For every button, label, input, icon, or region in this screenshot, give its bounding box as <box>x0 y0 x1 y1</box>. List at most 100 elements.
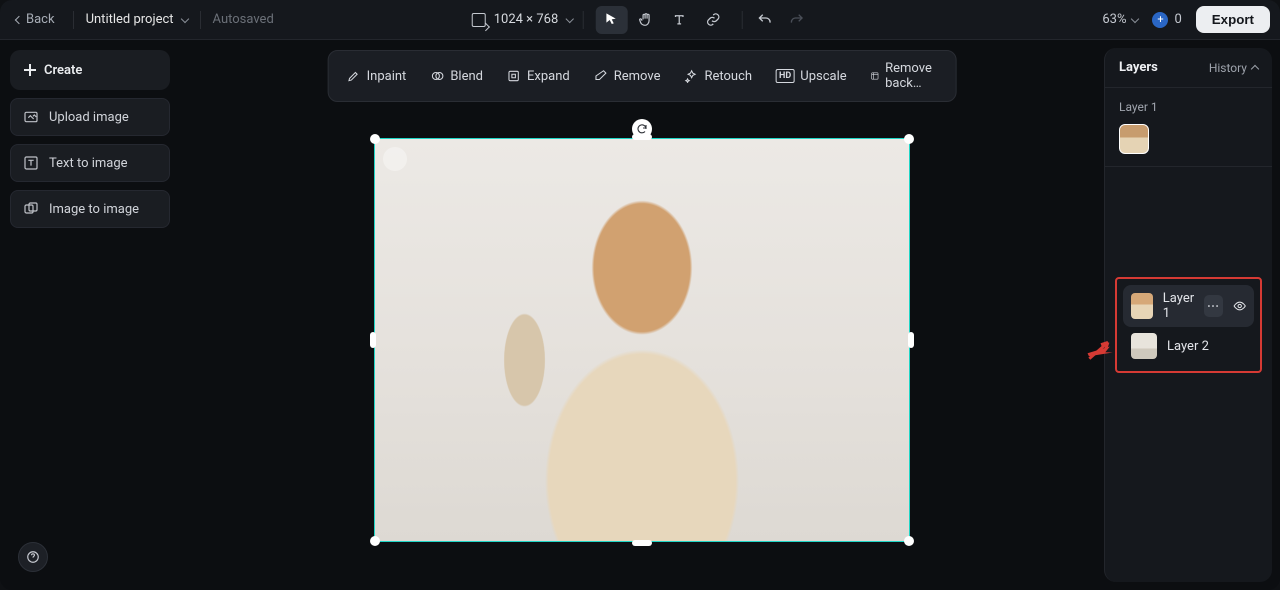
annotation-arrow <box>1087 333 1115 365</box>
undo-icon <box>756 12 772 28</box>
text-to-image-icon <box>23 155 39 171</box>
plus-circle-icon <box>1152 12 1168 28</box>
redo-icon <box>788 12 804 28</box>
blend-button[interactable]: Blend <box>420 63 493 90</box>
divider <box>582 11 583 29</box>
remove-label: Remove <box>614 69 661 84</box>
create-label: Create <box>44 63 82 78</box>
left-sidebar: Create Upload image Text to image Image … <box>0 40 180 590</box>
resize-handle[interactable] <box>370 134 380 144</box>
visibility-toggle[interactable] <box>1233 298 1246 314</box>
resize-handle[interactable] <box>370 332 376 348</box>
chevron-down-icon <box>180 14 188 22</box>
top-bar: Back Untitled project Autosaved 1024 × 7… <box>0 0 1280 40</box>
undo-button[interactable] <box>752 8 776 32</box>
chevron-down-icon <box>1131 14 1139 22</box>
retouch-label: Retouch <box>704 69 752 84</box>
resize-handle[interactable] <box>632 540 652 546</box>
active-layer-label: Layer 1 <box>1119 100 1258 114</box>
zoom-value: 63% <box>1102 12 1126 27</box>
project-name-dropdown[interactable]: Untitled project <box>86 12 188 27</box>
help-button[interactable] <box>18 542 48 572</box>
inpaint-button[interactable]: Inpaint <box>337 63 417 90</box>
resize-handle[interactable] <box>904 536 914 546</box>
upload-image-button[interactable]: Upload image <box>10 98 170 136</box>
layer-more-button[interactable] <box>1204 295 1222 317</box>
history-label: History <box>1209 61 1247 75</box>
remove-background-button[interactable]: Remove back… <box>861 55 948 97</box>
chevron-up-icon <box>1251 64 1259 72</box>
action-toolbar: Inpaint Blend Expand Remove Retouch <box>328 50 957 102</box>
blend-label: Blend <box>450 69 483 84</box>
link-icon <box>706 12 721 27</box>
resize-handle[interactable] <box>908 332 914 348</box>
inpaint-label: Inpaint <box>367 69 407 84</box>
remove-bg-label: Remove back… <box>885 61 937 91</box>
expand-button[interactable]: Expand <box>497 63 580 90</box>
layers-list-annotated: Layer 1 Layer 2 <box>1115 277 1262 373</box>
layers-title: Layers <box>1119 60 1158 75</box>
help-icon <box>26 550 40 564</box>
dimensions-value: 1024 × 768 <box>494 12 559 27</box>
chevron-down-icon <box>565 14 573 22</box>
resize-handle[interactable] <box>370 536 380 546</box>
remove-button[interactable]: Remove <box>584 63 671 90</box>
upload-label: Upload image <box>49 110 129 125</box>
create-header[interactable]: Create <box>10 50 170 90</box>
link-tool[interactable] <box>697 6 729 34</box>
layer-thumbnail <box>1131 293 1153 319</box>
active-layer-thumbnail[interactable] <box>1119 124 1149 154</box>
image-to-image-button[interactable]: Image to image <box>10 190 170 228</box>
retouch-button[interactable]: Retouch <box>674 63 762 90</box>
resize-handle[interactable] <box>904 134 914 144</box>
plus-icon <box>24 64 36 76</box>
cursor-icon <box>603 12 619 28</box>
project-name: Untitled project <box>86 12 174 27</box>
text-tool[interactable] <box>663 6 695 34</box>
hand-tool[interactable] <box>629 6 661 34</box>
credits-display[interactable]: 0 <box>1152 12 1181 28</box>
export-button[interactable]: Export <box>1196 6 1270 33</box>
layer-row[interactable]: Layer 1 <box>1123 285 1254 327</box>
divider <box>73 11 74 29</box>
image-to-image-label: Image to image <box>49 202 139 217</box>
canvas-image <box>375 139 909 541</box>
remove-bg-icon <box>871 69 879 83</box>
chevron-left-icon <box>15 15 23 23</box>
divider <box>200 11 201 29</box>
layer-thumbnail <box>1131 333 1157 359</box>
right-sidebar: Layers History Layer 1 Layer 1 <box>1104 48 1272 582</box>
history-toggle[interactable]: History <box>1209 61 1258 75</box>
text-icon <box>672 12 687 27</box>
crop-icon <box>472 13 486 27</box>
ai-badge-icon <box>383 147 407 171</box>
credits-value: 0 <box>1174 12 1181 27</box>
layer-name: Layer 2 <box>1167 339 1246 354</box>
expand-label: Expand <box>527 69 570 84</box>
back-button[interactable]: Back <box>10 8 61 31</box>
expand-icon <box>507 69 521 83</box>
retouch-icon <box>684 69 698 83</box>
redo-button[interactable] <box>784 8 808 32</box>
layer-row[interactable]: Layer 2 <box>1123 327 1254 365</box>
back-label: Back <box>26 12 55 27</box>
canvas-dimensions-dropdown[interactable]: 1024 × 768 <box>472 12 573 27</box>
zoom-dropdown[interactable]: 63% <box>1102 12 1138 27</box>
more-icon <box>1206 299 1220 313</box>
select-tool[interactable] <box>595 6 627 34</box>
resize-handle[interactable] <box>632 134 652 140</box>
canvas-tool-group <box>593 4 731 36</box>
canvas-selection[interactable] <box>374 138 910 542</box>
export-label: Export <box>1212 12 1254 27</box>
hand-icon <box>637 12 653 28</box>
upscale-button[interactable]: HD Upscale <box>766 63 857 90</box>
text-to-image-button[interactable]: Text to image <box>10 144 170 182</box>
autosaved-label: Autosaved <box>213 12 274 27</box>
blend-icon <box>430 69 444 83</box>
layer-name: Layer 1 <box>1163 291 1194 321</box>
image-to-image-icon <box>23 201 39 217</box>
canvas-area[interactable]: Inpaint Blend Expand Remove Retouch <box>180 40 1104 590</box>
upload-icon <box>23 109 39 125</box>
hd-icon: HD <box>776 69 794 83</box>
upscale-label: Upscale <box>800 69 846 84</box>
